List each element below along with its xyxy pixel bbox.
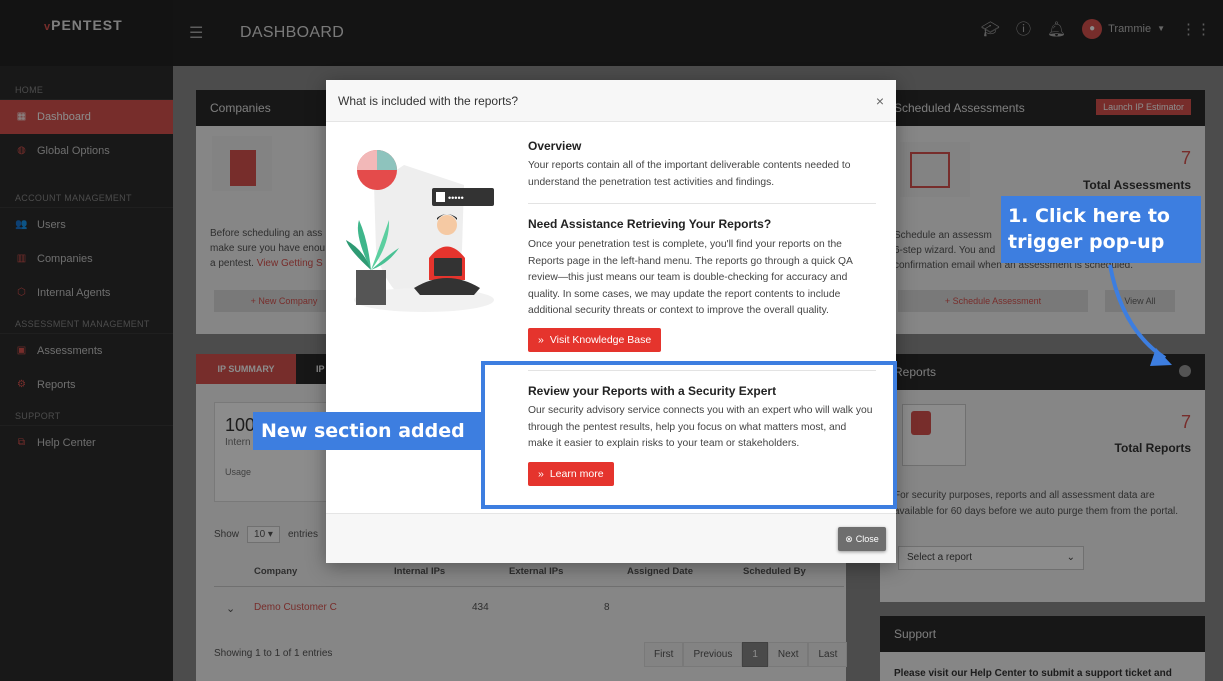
person-laptop-illustration: ••••• — [346, 150, 494, 312]
assistance-title: Need Assistance Retrieving Your Reports? — [528, 217, 772, 231]
visit-knowledge-base-button[interactable]: » Visit Knowledge Base — [528, 328, 662, 352]
new-section-highlight — [481, 361, 897, 509]
close-button[interactable]: ⊗ Close — [838, 527, 886, 551]
assistance-text: Once your penetration test is complete, … — [528, 239, 853, 316]
overview-title: Overview — [528, 139, 582, 153]
password-dots: ••••• — [448, 193, 464, 203]
close-circle-icon: ⊗ — [845, 533, 853, 544]
divider — [528, 203, 876, 204]
modal-title: What is included with the reports? — [338, 93, 519, 108]
close-icon[interactable]: × — [876, 93, 884, 109]
click-here-annotation: 1. Click here to trigger pop-up — [1001, 196, 1201, 263]
double-chevron-right-icon: » — [538, 334, 544, 346]
modal-footer: ⊗ Close — [326, 513, 896, 563]
overview-text: Your reports contain all of the importan… — [528, 160, 851, 188]
new-section-annotation: New section added — [253, 412, 484, 450]
security-illustration: ••••• — [344, 140, 494, 315]
